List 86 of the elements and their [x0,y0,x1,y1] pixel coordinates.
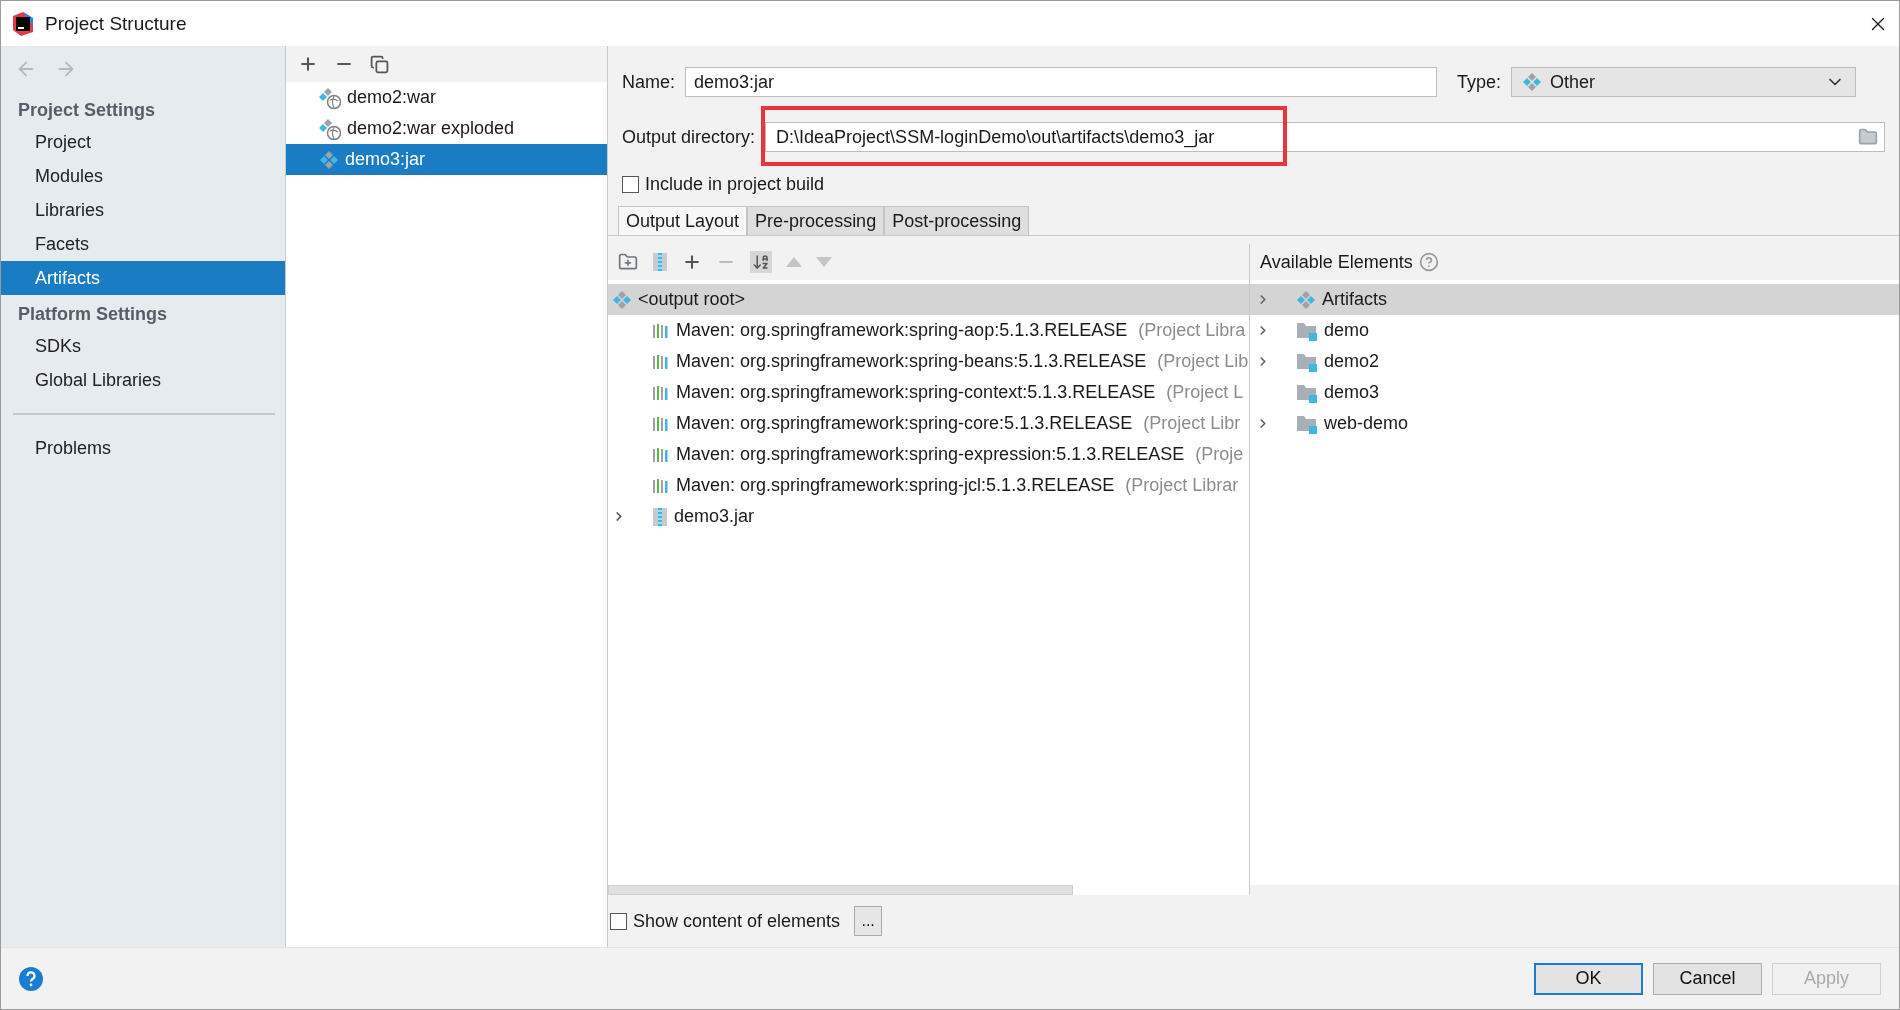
tree-label: Maven: org.springframework:spring-jcl:5.1.3.RELEASE (Project Librar [676,475,1239,496]
library-icon [652,383,670,402]
app-logo-icon [11,11,35,36]
tree-row[interactable]: demo [1250,315,1899,346]
browse-folder-icon[interactable] [1858,127,1878,147]
tree-label: Artifacts [1322,289,1387,310]
module-folder-icon [1296,351,1318,372]
new-folder-icon[interactable] [618,252,638,272]
window-title: Project Structure [45,12,188,35]
pane-title: Available Elements [1260,251,1413,273]
output-directory-field[interactable]: D:\IdeaProject\SSM-loginDemo\out\artifacts\demo3_jar [765,122,1885,152]
section-heading: Project Settings [17,99,157,122]
artifact-icon [1522,72,1543,92]
sidebar-item[interactable]: Libraries [1,193,285,227]
library-icon [652,321,670,340]
tree-row[interactable]: <output root> [608,284,1249,315]
help-icon[interactable] [1418,252,1439,272]
checkbox-label: Show content of elements [633,910,841,932]
artifact-icon [1296,289,1316,310]
tree-row[interactable]: Maven: org.springframework:spring-context:5.1.3.RELEASE (Project L [608,377,1249,408]
archive-icon [652,252,668,272]
tree-label: Maven: org.springframework:spring-aop:5.1.3.RELEASE (Project Libra [676,320,1246,341]
artifact-icon [319,149,339,170]
artifact-name: demo2:war exploded [347,118,515,139]
tree-label: Maven: org.springframework:spring-context:5.1.3.RELEASE (Project L [676,382,1244,403]
sidebar-item[interactable]: Global Libraries [1,363,285,397]
module-folder-icon [1296,413,1318,434]
help-icon[interactable] [19,966,43,991]
tree-label: Maven: org.springframework:spring-core:5.1.3.RELEASE (Project Libr [676,413,1241,434]
sidebar-item[interactable]: SDKs [1,329,285,363]
sidebar-item[interactable]: Artifacts [1,261,285,295]
sidebar-item[interactable]: Modules [1,159,285,193]
tree-label: demo2 [1324,351,1380,372]
web-artifact-icon [319,86,341,109]
tree-label: demo3.jar [674,506,755,527]
artifact-icon [612,289,632,310]
dropdown-value: Other [1550,71,1597,93]
tree-row[interactable]: demo3.jar [608,501,1249,532]
module-folder-icon [1296,382,1318,403]
artifact-list-item[interactable]: demo3:jar [286,144,607,175]
sidebar-item[interactable]: Project [1,125,285,159]
tree-row[interactable]: Maven: org.springframework:spring-core:5.1.3.RELEASE (Project Libr [608,408,1249,439]
tab[interactable]: Post-processing [884,206,1030,235]
archive-icon [652,506,668,527]
tree-label: Maven: org.springframework:spring-expression:5.1.3.RELEASE (Proje [676,444,1244,465]
field-label: Output directory: [622,126,756,148]
web-artifact-icon [319,117,341,140]
tree-label: Maven: org.springframework:spring-beans:5.1.3.RELEASE (Project Lib [676,351,1249,372]
add-icon[interactable] [298,54,318,74]
field-label: Type: [1457,71,1502,93]
tree-label: demo3 [1324,382,1380,403]
artifact-name: demo2:war [347,87,437,108]
field-label: Name: [622,71,675,93]
library-icon [652,476,670,495]
tree-row[interactable]: Maven: org.springframework:spring-expression:5.1.3.RELEASE (Proje [608,439,1249,470]
library-icon [652,414,670,433]
tree-row[interactable]: demo2 [1250,346,1899,377]
section-heading: Platform Settings [17,303,169,326]
sort-icon[interactable] [750,251,772,273]
tab[interactable]: Output Layout [618,206,748,235]
library-icon [652,445,670,464]
artifact-name: demo3:jar [345,149,426,170]
tree-row[interactable]: Maven: org.springframework:spring-aop:5.1.3.RELEASE (Project Libra [608,315,1249,346]
module-folder-icon [1296,320,1318,341]
tree-row[interactable]: Maven: org.springframework:spring-beans:5.1.3.RELEASE (Project Lib [608,346,1249,377]
library-icon [652,352,670,371]
tree-row[interactable]: web-demo [1250,408,1899,439]
more-button[interactable]: ... [854,906,883,936]
tab[interactable]: Pre-processing [747,206,885,235]
name-field[interactable]: demo3:jar [685,67,1437,97]
tree-label: demo [1324,320,1370,341]
tree-label: web-demo [1324,413,1409,434]
sidebar-item[interactable]: Problems [1,431,285,465]
dialog-button[interactable]: OK [1534,962,1643,995]
add-icon[interactable] [682,252,702,272]
type-dropdown[interactable]: Other [1511,67,1857,97]
tree-row[interactable]: Artifacts [1250,284,1899,315]
copy-icon[interactable] [370,54,389,74]
dialog-button[interactable]: Cancel [1653,962,1762,995]
tree-row[interactable]: Maven: org.springframework:spring-jcl:5.1.3.RELEASE (Project Librar [608,470,1249,501]
tree-label: <output root> [638,289,746,310]
include-checkbox[interactable] [622,175,639,193]
tree-row[interactable]: demo3 [1250,377,1899,408]
checkbox-label: Include in project build [645,173,825,195]
sidebar-item[interactable]: Facets [1,227,285,261]
show-content-checkbox[interactable] [610,912,627,930]
